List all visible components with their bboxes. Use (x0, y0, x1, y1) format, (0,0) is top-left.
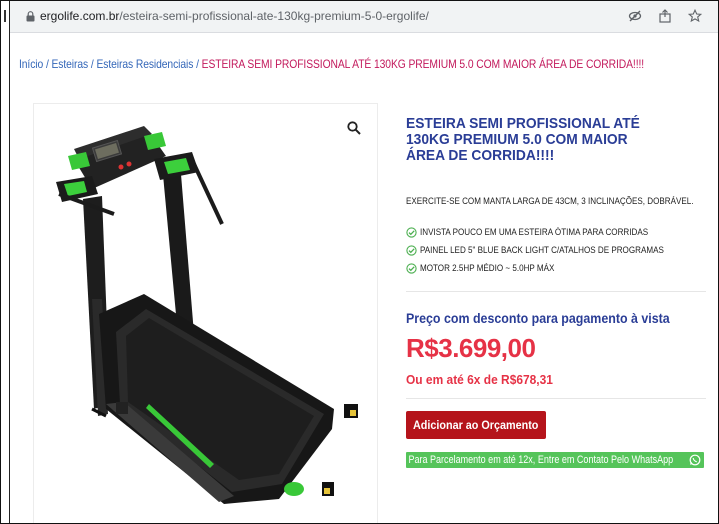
product-title: ESTEIRA SEMI PROFISSIONAL ATÉ 130KG PREM… (406, 116, 691, 164)
url-text[interactable]: ergolife.com.br/esteira-semi-profissiona… (40, 9, 429, 23)
whatsapp-contact-button[interactable]: Para Parcelamento em até 12x, Entre em C… (406, 452, 704, 468)
add-to-quote-label: Adicionar ao Orçamento (413, 418, 539, 432)
zoom-icon[interactable] (347, 121, 361, 135)
text-caret (4, 10, 6, 22)
breadcrumb: Início / Esteiras / Esteiras Residenciai… (19, 57, 644, 71)
feature-text: MOTOR 2.5HP MÉDIO ~ 5.0HP MÁX (420, 262, 555, 274)
product-image-container[interactable] (33, 103, 378, 524)
feature-text: PAINEL LED 5" BLUE BACK LIGHT C/ATALHOS … (420, 244, 664, 256)
feature-item: MOTOR 2.5HP MÉDIO ~ 5.0HP MÁX (406, 259, 707, 277)
address-bar-actions (627, 8, 703, 24)
treadmill-image[interactable] (34, 104, 377, 523)
window-left-edge (0, 0, 10, 524)
address-bar[interactable]: ergolife.com.br/esteira-semi-profissiona… (4, 0, 719, 33)
whatsapp-icon (689, 454, 701, 466)
lock-icon[interactable] (26, 11, 35, 22)
breadcrumb-link-esteiras[interactable]: Esteiras (52, 57, 89, 71)
breadcrumb-link-inicio[interactable]: Início (19, 57, 43, 71)
breadcrumb-separator: / (43, 57, 52, 71)
star-icon[interactable] (687, 8, 703, 24)
divider (406, 291, 706, 292)
feature-list: INVISTA POUCO EM UMA ESTEIRA ÓTIMA PARA … (406, 223, 707, 277)
url-host: ergolife.com.br (40, 9, 120, 23)
feature-text: INVISTA POUCO EM UMA ESTEIRA ÓTIMA PARA … (420, 226, 649, 238)
product-title-text: ESTEIRA SEMI PROFISSIONAL ATÉ 130KG PREM… (406, 115, 640, 164)
url-path: /esteira-semi-profissional-ate-130kg-pre… (119, 9, 429, 23)
check-circle-icon (406, 226, 417, 238)
price-label: Preço com desconto para pagamento à vist… (406, 311, 670, 326)
feature-item: INVISTA POUCO EM UMA ESTEIRA ÓTIMA PARA … (406, 223, 707, 241)
whatsapp-contact-label: Para Parcelamento em até 12x, Entre em C… (408, 454, 674, 466)
check-circle-icon (406, 262, 417, 274)
breadcrumb-current: ESTEIRA SEMI PROFISSIONAL ATÉ 130KG PREM… (201, 57, 645, 71)
divider (406, 398, 706, 399)
price-value: R$3.699,00 (406, 333, 536, 363)
eye-slash-icon[interactable] (627, 8, 643, 24)
share-icon[interactable] (657, 8, 673, 24)
add-to-quote-button[interactable]: Adicionar ao Orçamento (406, 411, 546, 439)
installments-text: Ou em até 6x de R$678,31 (406, 372, 553, 387)
check-circle-icon (406, 244, 417, 256)
product-description: EXERCITE-SE COM MANTA LARGA DE 43CM, 3 I… (406, 196, 694, 207)
feature-item: PAINEL LED 5" BLUE BACK LIGHT C/ATALHOS … (406, 241, 707, 259)
breadcrumb-link-esteiras-residenciais[interactable]: Esteiras Residenciais (96, 57, 193, 71)
breadcrumb-separator: / (88, 57, 97, 71)
